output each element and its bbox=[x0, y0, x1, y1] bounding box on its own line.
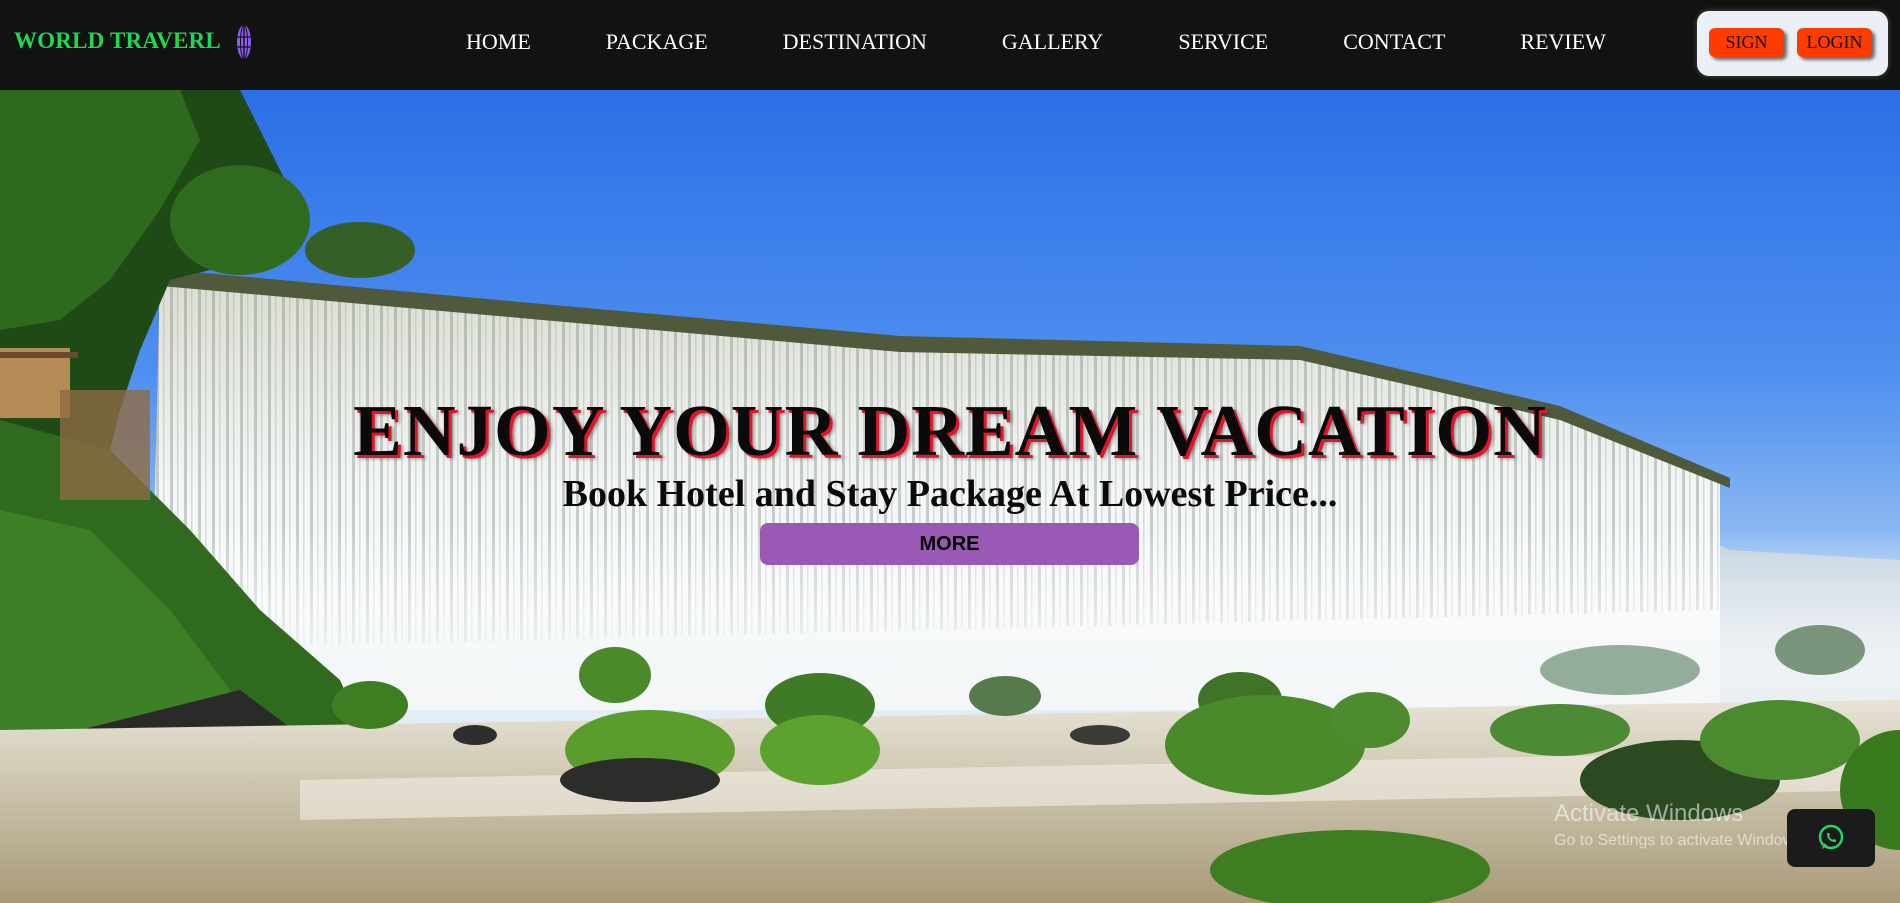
login-button[interactable]: LOGIN bbox=[1797, 28, 1872, 57]
sign-button[interactable]: SIGN bbox=[1709, 28, 1784, 57]
nav-service[interactable]: SERVICE bbox=[1178, 26, 1268, 58]
auth-panel: SIGN LOGIN bbox=[1697, 11, 1888, 76]
hero-section: ENJOY YOUR DREAM VACATION Book Hotel and… bbox=[0, 90, 1900, 903]
brand-logo-text[interactable]: WORLD TRAVERL bbox=[14, 28, 221, 54]
main-nav: HOME PACKAGE DESTINATION GALLERY SERVICE… bbox=[466, 26, 1606, 58]
nav-review[interactable]: REVIEW bbox=[1520, 26, 1606, 58]
nav-package[interactable]: PACKAGE bbox=[606, 26, 708, 58]
hero-title: ENJOY YOUR DREAM VACATION bbox=[353, 389, 1547, 471]
hero-subtitle: Book Hotel and Stay Package At Lowest Pr… bbox=[562, 472, 1338, 515]
nav-destination[interactable]: DESTINATION bbox=[783, 26, 927, 58]
activate-windows-title: Activate Windows bbox=[1554, 800, 1744, 827]
whatsapp-button[interactable] bbox=[1787, 809, 1875, 867]
more-button[interactable]: MORE bbox=[760, 523, 1139, 565]
activate-windows-subtitle: Go to Settings to activate Windows. bbox=[1554, 832, 1807, 849]
top-navbar: WORLD TRAVERL HOME PACKAGE DESTINATION G… bbox=[0, 0, 1900, 90]
nav-home[interactable]: HOME bbox=[466, 26, 531, 58]
activate-windows-watermark: Activate Windows Go to Settings to activ… bbox=[1554, 800, 1807, 850]
nav-contact[interactable]: CONTACT bbox=[1343, 26, 1445, 58]
whatsapp-icon bbox=[1818, 824, 1844, 850]
nav-gallery[interactable]: GALLERY bbox=[1002, 26, 1103, 58]
globe-icon bbox=[236, 24, 252, 60]
